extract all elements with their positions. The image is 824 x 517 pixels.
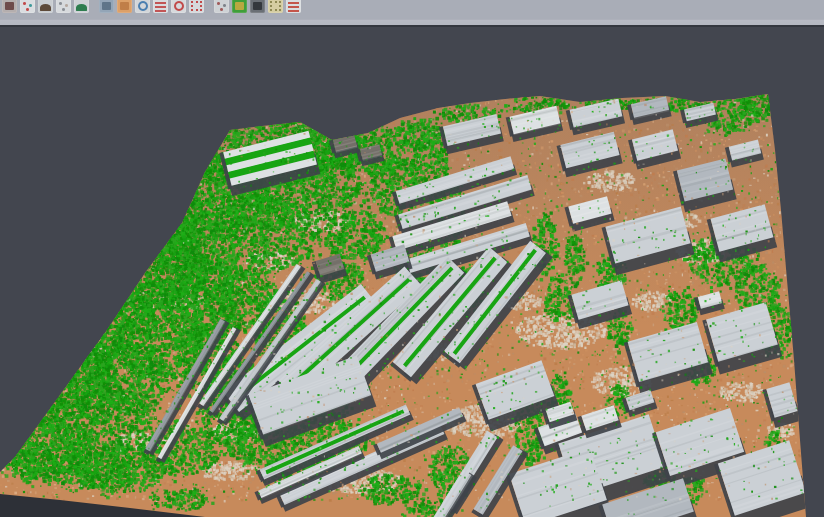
toolbar-icon-group: [0, 0, 304, 17]
render-sphere-icon: [253, 2, 262, 10]
terrain-model-icon[interactable]: [38, 0, 53, 13]
region-box-icon[interactable]: [189, 0, 204, 13]
import-data-icon[interactable]: [2, 0, 17, 13]
texture-icon[interactable]: [117, 0, 132, 13]
classification-palette-icon: [235, 2, 244, 10]
measure-icon[interactable]: [214, 0, 229, 13]
classify-ground-icon[interactable]: [153, 0, 168, 13]
render-sphere-icon[interactable]: [250, 0, 265, 13]
mesh-model-icon[interactable]: [99, 0, 114, 13]
toolbar: [0, 0, 824, 25]
orthophoto-icon: [138, 1, 148, 11]
dense-cloud-icon[interactable]: [74, 0, 89, 13]
export-points-icon[interactable]: [268, 0, 283, 13]
viewport-3d[interactable]: [0, 27, 824, 517]
align-photos-icon[interactable]: [20, 0, 35, 13]
measure-icon: [217, 2, 220, 5]
report-icon[interactable]: [286, 0, 301, 13]
export-points-icon: [270, 1, 281, 11]
region-circle-icon[interactable]: [171, 0, 186, 13]
point-cloud-canvas[interactable]: [0, 27, 824, 517]
region-box-icon: [191, 1, 202, 11]
dense-cloud-icon: [76, 4, 87, 11]
report-icon: [288, 2, 299, 4]
terrain-model-icon: [40, 4, 51, 11]
orthophoto-icon[interactable]: [135, 0, 150, 13]
classification-palette-icon[interactable]: [232, 0, 247, 13]
tie-points-icon: [59, 2, 62, 5]
classify-ground-icon: [155, 2, 166, 4]
mesh-model-icon: [102, 2, 111, 10]
import-data-icon: [5, 2, 14, 10]
texture-icon: [120, 2, 129, 10]
region-circle-icon: [174, 1, 184, 11]
align-photos-icon: [23, 2, 26, 5]
tie-points-icon[interactable]: [56, 0, 71, 13]
